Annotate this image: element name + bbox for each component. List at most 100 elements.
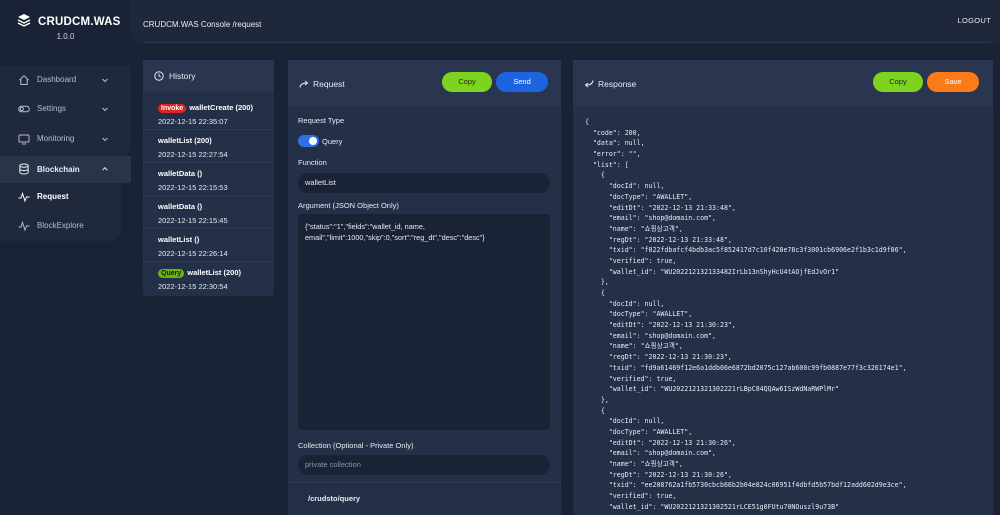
history-item-date: 2022-12-15 22:26:14 <box>158 249 228 258</box>
toggle-knob <box>309 137 317 145</box>
request-type-label: Request Type <box>298 116 345 125</box>
divider <box>143 42 991 43</box>
response-line: "docType": "AWALLET", <box>585 192 693 201</box>
response-line: "docId": null, <box>585 417 665 426</box>
send-button[interactable]: Send <box>496 72 548 92</box>
response-line: "name": "쇼핑상고객", <box>585 460 683 468</box>
home-icon <box>18 74 30 86</box>
history-item[interactable]: walletList () 2022-12-15 22:26:14 <box>143 229 274 262</box>
app-name: CRUDCM.WAS <box>38 16 121 28</box>
layers-logo-icon <box>17 13 31 27</box>
collection-input[interactable]: private collection <box>298 455 550 475</box>
sidebar-item-request[interactable]: Request <box>0 183 131 212</box>
response-line: "wallet_id": "WU2022121321302221rLBpC84Q… <box>585 385 840 394</box>
response-line: "code": 200, <box>585 128 641 137</box>
history-item[interactable]: walletData () 2022-12-15 22:15:45 <box>143 196 274 229</box>
response-line: "email": "shop@domain.com", <box>585 331 717 340</box>
response-line: { <box>585 118 589 126</box>
logout-link[interactable]: LOGOUT <box>958 16 991 25</box>
nav-group: Dashboard Settings Monitoring <box>0 66 131 156</box>
history-item-title: walletCreate (200) <box>189 103 253 112</box>
sidebar-item-blockchain[interactable]: Blockchain <box>0 156 131 183</box>
invoke-badge: Invoke <box>158 104 187 113</box>
response-line: }, <box>585 278 609 287</box>
response-line: "docType": "AWALLET", <box>585 310 693 319</box>
chevron-down-icon <box>101 105 109 113</box>
sidebar-item-label: Blockchain <box>37 165 80 174</box>
pulse-icon <box>18 220 30 232</box>
response-line: "docId": null, <box>585 299 665 308</box>
response-line: "verified": true, <box>585 256 677 265</box>
monitor-icon <box>18 133 30 145</box>
response-line: "regDt": "2022-12-13 21:30:23", <box>585 353 732 362</box>
history-item[interactable]: Invoke walletCreate (200) 2022-12-15 22:3… <box>143 97 274 130</box>
request-panel: Request Copy Send Request Type Query Fun… <box>288 60 561 515</box>
response-line: "error": "", <box>585 150 641 159</box>
response-line: "docId": null, <box>585 182 665 191</box>
sidebar-item-monitoring[interactable]: Monitoring <box>0 125 131 154</box>
share-arrow-icon <box>299 79 309 89</box>
history-item[interactable]: walletList (200) 2022-12-15 22:27:54 <box>143 130 274 163</box>
copy-request-button[interactable]: Copy <box>442 72 492 92</box>
history-item-date: 2022-12-15 22:27:54 <box>158 150 228 159</box>
response-line: "name": "쇼핑상고객", <box>585 224 683 233</box>
response-line: "email": "shop@domain.com", <box>585 449 717 458</box>
query-badge: Query <box>158 269 185 278</box>
app-version: 1.0.0 <box>56 32 75 41</box>
response-line: "name": "쇼핑상고객", <box>585 342 683 351</box>
response-line: "data": null, <box>585 139 645 148</box>
query-toggle[interactable] <box>298 135 319 147</box>
chevron-down-icon <box>101 135 109 143</box>
reply-arrow-icon <box>584 79 594 89</box>
top-bar: CRUDCM.WAS Console /request LOGOUT <box>131 0 1000 44</box>
clock-icon <box>154 71 164 81</box>
response-line: "regDt": "2022-12-13 21:30:26", <box>585 470 732 479</box>
brand[interactable]: CRUDCM.WAS 1.0.0 <box>0 0 131 50</box>
function-input[interactable]: walletList <box>298 173 550 193</box>
toggle-icon <box>18 103 30 115</box>
response-body[interactable]: { "code": 200, "data": null, "error": ""… <box>585 117 907 512</box>
response-line: "txid": "f022fdbafcf4bdb3ac5f852417d7c10… <box>585 246 907 255</box>
response-line: "docType": "AWALLET", <box>585 427 693 436</box>
history-item-date: 2022-12-15 22:30:54 <box>158 282 228 291</box>
response-line: "email": "shop@domain.com", <box>585 214 717 223</box>
sidebar-item-blockexplore[interactable]: BlockExplore <box>0 212 131 241</box>
save-button[interactable]: Save <box>927 72 979 92</box>
sidebar-item-label: BlockExplore <box>37 221 84 230</box>
divider <box>288 482 561 483</box>
function-label: Function <box>298 158 327 167</box>
history-panel: History Invoke walletCreate (200) 2022-12… <box>143 60 274 296</box>
history-item-date: 2022-12-15 22:35:07 <box>158 117 228 126</box>
sidebar-item-label: Settings <box>37 104 66 113</box>
breadcrumb: CRUDCM.WAS Console /request <box>143 20 262 29</box>
history-item[interactable]: Query walletList (200) 2022-12-15 22:30:5… <box>143 262 274 295</box>
response-title: Response <box>598 79 637 89</box>
response-line: "verified": true, <box>585 492 677 501</box>
argument-textarea[interactable]: {"status":"1","fields":"wallet_id, name,… <box>298 214 550 430</box>
sidebar-item-label: Dashboard <box>37 75 77 84</box>
history-item-date: 2022-12-15 22:15:45 <box>158 216 228 225</box>
response-panel: Response Copy Save { "code": 200, "data"… <box>573 60 993 515</box>
response-line: "editDt": "2022-12-13 21:33:48", <box>585 203 736 212</box>
history-item-title: walletData () <box>158 169 203 178</box>
sidebar: CRUDCM.WAS 1.0.0 Dashboard Settings Moni… <box>0 0 131 515</box>
history-title: History <box>169 71 196 81</box>
history-item[interactable]: walletData () 2022-12-15 22:15:53 <box>143 163 274 196</box>
sidebar-item-settings[interactable]: Settings <box>0 95 131 124</box>
history-header: History <box>143 60 274 92</box>
response-header: Response Copy Save <box>573 60 993 106</box>
chevron-down-icon <box>101 76 109 84</box>
response-line: "wallet_id": "WU202212132133482IrLb13nSh… <box>585 267 840 276</box>
response-line: "editDt": "2022-12-13 21:30:26", <box>585 438 736 447</box>
copy-response-button[interactable]: Copy <box>873 72 923 92</box>
collection-label: Collection (Optional - Private Only) <box>298 441 414 450</box>
pulse-icon <box>18 191 30 203</box>
response-line: { <box>585 289 605 297</box>
response-line: { <box>585 171 605 180</box>
response-line: "editDt": "2022-12-13 21:30:23", <box>585 321 736 330</box>
response-line: "txid": "ee208762a1fb5730cbcb66b2b04e824… <box>585 481 907 490</box>
history-item-title: walletList () <box>158 235 200 244</box>
sidebar-item-dashboard[interactable]: Dashboard <box>0 66 131 95</box>
response-line: "verified": true, <box>585 374 677 383</box>
response-line: "txid": "fd9a61469f12e6a1ddb06e6872bd207… <box>585 363 907 372</box>
